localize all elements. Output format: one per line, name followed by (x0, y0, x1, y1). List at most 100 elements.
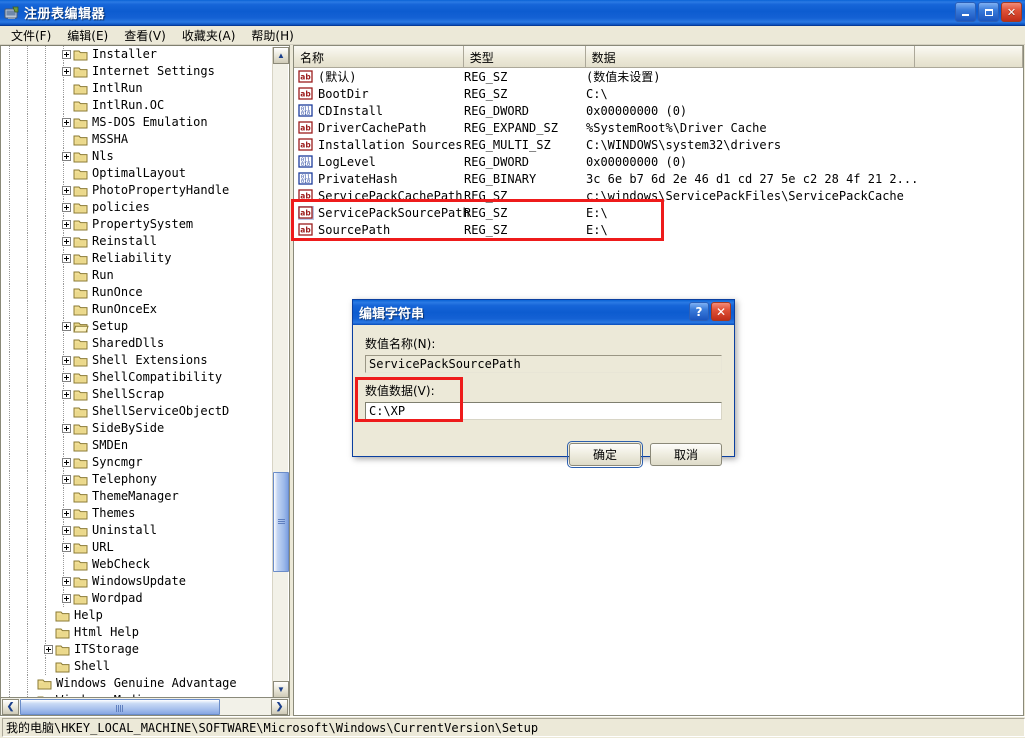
expand-toggle-icon[interactable] (60, 63, 73, 80)
menu-item-1[interactable]: 编辑(E) (59, 25, 116, 46)
tree-item-14[interactable]: RunOnce (1, 284, 273, 301)
tree-item-7[interactable]: OptimalLayout (1, 165, 273, 182)
expand-toggle-icon[interactable] (60, 369, 73, 386)
registry-tree-list[interactable]: InstallerInternet SettingsIntlRunIntlRun… (1, 46, 273, 697)
plus-icon[interactable] (62, 526, 71, 535)
value-row[interactable]: abDriverCachePathREG_EXPAND_SZ%SystemRoo… (294, 119, 1023, 136)
plus-icon[interactable] (62, 152, 71, 161)
expand-toggle-icon[interactable] (60, 148, 73, 165)
expand-toggle-icon[interactable] (60, 233, 73, 250)
value-row[interactable]: abServicePackCachePathREG_SZc:\windows\S… (294, 187, 1023, 204)
plus-icon[interactable] (62, 50, 71, 59)
tree-item-9[interactable]: policies (1, 199, 273, 216)
plus-icon[interactable] (62, 203, 71, 212)
tree-item-3[interactable]: IntlRun.OC (1, 97, 273, 114)
tree-item-18[interactable]: Shell Extensions (1, 352, 273, 369)
value-row[interactable]: 011010LogLevelREG_DWORD0x00000000 (0) (294, 153, 1023, 170)
tree-item-33[interactable]: Help (1, 607, 273, 624)
expand-toggle-icon[interactable] (60, 522, 73, 539)
column-header-2[interactable]: 数据 (586, 46, 916, 67)
cancel-button[interactable]: 取消 (650, 443, 722, 466)
tree-item-23[interactable]: SMDEn (1, 437, 273, 454)
expand-toggle-icon[interactable] (60, 471, 73, 488)
tree-item-24[interactable]: Syncmgr (1, 454, 273, 471)
tree-item-17[interactable]: SharedDlls (1, 335, 273, 352)
expand-toggle-icon[interactable] (60, 46, 73, 63)
maximize-restore-button[interactable] (978, 2, 999, 22)
column-header-3[interactable] (915, 46, 1023, 67)
tree-item-25[interactable]: Telephony (1, 471, 273, 488)
tree-item-22[interactable]: SideBySide (1, 420, 273, 437)
tree-scroll-left-button[interactable]: ❮ (2, 699, 19, 715)
plus-icon[interactable] (62, 322, 71, 331)
expand-toggle-icon[interactable] (60, 216, 73, 233)
plus-icon[interactable] (62, 577, 71, 586)
plus-icon[interactable] (62, 373, 71, 382)
tree-item-28[interactable]: Uninstall (1, 522, 273, 539)
plus-icon[interactable] (62, 67, 71, 76)
expand-toggle-icon[interactable] (60, 454, 73, 471)
value-row[interactable]: abInstallation SourcesREG_MULTI_SZC:\WIN… (294, 136, 1023, 153)
hscrollbar-thumb[interactable] (20, 699, 220, 715)
tree-item-38[interactable]: Windows Media (1, 692, 273, 697)
plus-icon[interactable] (62, 458, 71, 467)
expand-toggle-icon[interactable] (60, 199, 73, 216)
tree-item-0[interactable]: Installer (1, 46, 273, 63)
expand-toggle-icon[interactable] (60, 318, 73, 335)
plus-icon[interactable] (62, 220, 71, 229)
plus-icon[interactable] (44, 645, 53, 654)
tree-item-6[interactable]: Nls (1, 148, 273, 165)
expand-toggle-icon[interactable] (60, 182, 73, 199)
tree-horizontal-scrollbar[interactable]: ❮ ❯ (0, 698, 290, 716)
tree-scroll-down-button[interactable]: ▼ (273, 681, 289, 698)
tree-item-21[interactable]: ShellServiceObjectD (1, 403, 273, 420)
edit-string-dialog[interactable]: 编辑字符串 ? ✕ 数值名称(N): ServicePackSourcePath… (352, 299, 735, 457)
tree-item-2[interactable]: IntlRun (1, 80, 273, 97)
tree-item-26[interactable]: ThemeManager (1, 488, 273, 505)
value-name-input[interactable]: ServicePackSourcePath (365, 355, 722, 373)
registry-tree-pane[interactable]: InstallerInternet SettingsIntlRunIntlRun… (0, 45, 290, 698)
plus-icon[interactable] (62, 186, 71, 195)
expand-toggle-icon[interactable] (60, 114, 73, 131)
plus-icon[interactable] (62, 424, 71, 433)
tree-vertical-scrollbar[interactable]: ▲ ▼ (272, 47, 288, 698)
tree-item-27[interactable]: Themes (1, 505, 273, 522)
tree-item-4[interactable]: MS-DOS Emulation (1, 114, 273, 131)
minimize-button[interactable] (955, 2, 976, 22)
expand-toggle-icon[interactable] (60, 573, 73, 590)
tree-item-11[interactable]: Reinstall (1, 233, 273, 250)
menu-item-4[interactable]: 帮助(H) (243, 25, 301, 46)
tree-item-34[interactable]: Html Help (1, 624, 273, 641)
value-row[interactable]: ab(默认)REG_SZ(数值未设置) (294, 68, 1023, 85)
plus-icon[interactable] (62, 118, 71, 127)
tree-item-20[interactable]: ShellScrap (1, 386, 273, 403)
value-row[interactable]: abBootDirREG_SZC:\ (294, 85, 1023, 102)
tree-item-16[interactable]: Setup (1, 318, 273, 335)
plus-icon[interactable] (62, 237, 71, 246)
expand-toggle-icon[interactable] (60, 505, 73, 522)
plus-icon[interactable] (62, 543, 71, 552)
column-header-1[interactable]: 类型 (464, 46, 586, 67)
value-row[interactable]: 011010PrivateHashREG_BINARY3c 6e b7 6d 2… (294, 170, 1023, 187)
tree-item-8[interactable]: PhotoPropertyHandle (1, 182, 273, 199)
expand-toggle-icon[interactable] (60, 539, 73, 556)
hscroll-track[interactable] (20, 699, 270, 715)
value-data-input[interactable]: C:\XP (365, 402, 722, 420)
tree-scrollbar-thumb[interactable] (273, 472, 289, 572)
tree-item-10[interactable]: PropertySystem (1, 216, 273, 233)
tree-item-12[interactable]: Reliability (1, 250, 273, 267)
tree-item-5[interactable]: MSSHA (1, 131, 273, 148)
tree-item-19[interactable]: ShellCompatibility (1, 369, 273, 386)
value-row[interactable]: 011010CDInstallREG_DWORD0x00000000 (0) (294, 102, 1023, 119)
tree-item-31[interactable]: WindowsUpdate (1, 573, 273, 590)
values-list[interactable]: ab(默认)REG_SZ(数值未设置)abBootDirREG_SZC:\011… (294, 68, 1023, 238)
close-button[interactable]: ✕ (1001, 2, 1022, 22)
tree-item-30[interactable]: WebCheck (1, 556, 273, 573)
tree-item-37[interactable]: Windows Genuine Advantage (1, 675, 273, 692)
tree-item-1[interactable]: Internet Settings (1, 63, 273, 80)
plus-icon[interactable] (62, 356, 71, 365)
column-header-0[interactable]: 名称 (294, 46, 464, 67)
menu-item-2[interactable]: 查看(V) (116, 25, 174, 46)
tree-item-29[interactable]: URL (1, 539, 273, 556)
value-row[interactable]: abSourcePathREG_SZE:\ (294, 221, 1023, 238)
